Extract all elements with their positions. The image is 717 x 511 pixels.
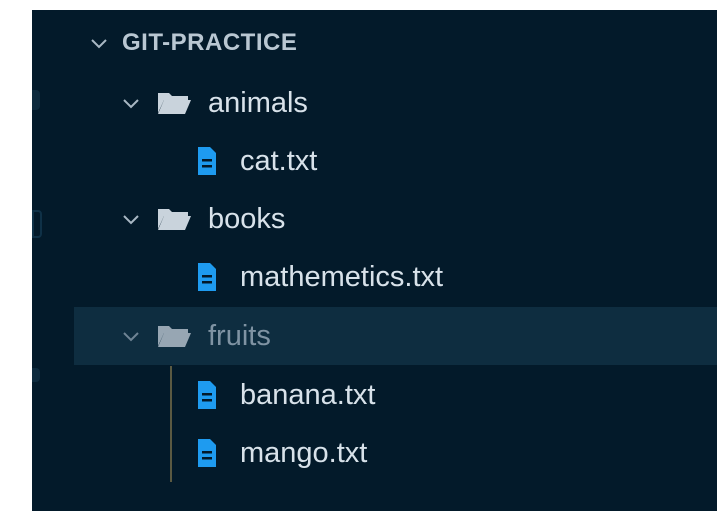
explorer-window: GIT-PRACTICE animals cat.txt books mathe… (32, 10, 717, 511)
activity-bar-item[interactable] (32, 90, 40, 110)
chevron-down-icon[interactable] (88, 32, 110, 54)
folder-open-icon (156, 322, 192, 350)
tree-item-file-mathemetics[interactable]: mathemetics.txt (74, 248, 717, 306)
activity-bar-item[interactable] (32, 210, 42, 238)
explorer-panel: GIT-PRACTICE animals cat.txt books mathe… (74, 10, 717, 511)
chevron-down-icon[interactable] (120, 325, 142, 347)
activity-bar-item[interactable] (32, 368, 40, 382)
tree-item-label: banana.txt (240, 378, 376, 411)
tree-item-folder-animals[interactable]: animals (74, 74, 717, 132)
tree-item-label: mango.txt (240, 436, 368, 469)
tree-item-file-banana[interactable]: banana.txt (74, 366, 717, 424)
folder-open-icon (156, 205, 192, 233)
chevron-down-icon[interactable] (120, 92, 142, 114)
section-title: GIT-PRACTICE (122, 29, 298, 56)
file-text-icon (196, 262, 218, 292)
file-text-icon (196, 146, 218, 176)
tree-item-label: animals (208, 86, 308, 119)
activity-bar (32, 10, 74, 511)
tree-item-label: fruits (208, 319, 271, 352)
chevron-down-icon[interactable] (120, 208, 142, 230)
tree-item-folder-fruits[interactable]: fruits (74, 307, 717, 365)
explorer-section-header[interactable]: GIT-PRACTICE (74, 14, 717, 72)
tree-item-label: cat.txt (240, 144, 318, 177)
tree-item-file-mango[interactable]: mango.txt (74, 424, 717, 482)
tree-item-file-cat[interactable]: cat.txt (74, 132, 717, 190)
file-text-icon (196, 438, 218, 468)
folder-open-icon (156, 89, 192, 117)
file-text-icon (196, 380, 218, 410)
tree-item-label: books (208, 202, 286, 235)
tree-item-label: mathemetics.txt (240, 260, 444, 293)
tree-item-folder-books[interactable]: books (74, 190, 717, 248)
